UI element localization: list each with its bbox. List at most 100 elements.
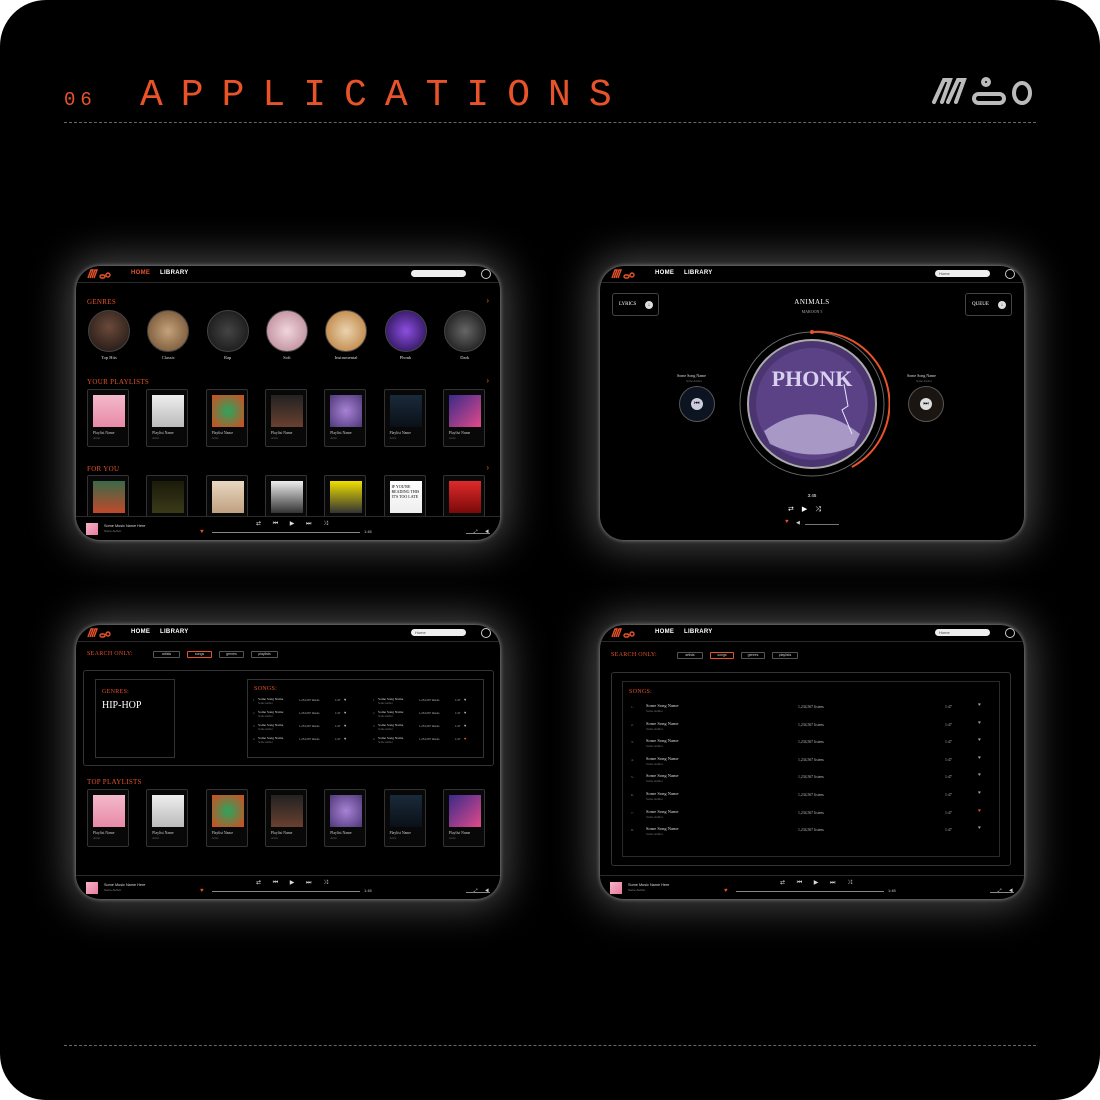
heart-icon[interactable]: ♥	[344, 697, 346, 702]
heart-icon[interactable]: ♥	[978, 809, 981, 814]
song-row[interactable]: 3 Some Song Name Some Author 1,234,567 list…	[373, 723, 488, 736]
heart-icon[interactable]: ♥	[464, 736, 466, 741]
heart-icon[interactable]: ♥	[978, 703, 981, 708]
genre-item[interactable]: Phonk	[382, 310, 430, 360]
search-input[interactable]: Home	[935, 270, 990, 277]
volume-icon[interactable]: ⤢ ◀	[998, 888, 1016, 894]
playback-controls[interactable]: ⇄ ⏮ ▶ ⏭ ⤨	[780, 879, 857, 887]
tab-library[interactable]: LIBRARY	[160, 629, 189, 635]
for-you-card[interactable]	[264, 475, 307, 520]
profile-icon[interactable]	[1005, 269, 1015, 279]
playlist-card[interactable]: Playlist Name Artist	[324, 389, 367, 447]
search-input[interactable]: Home	[411, 629, 466, 636]
playback-controls[interactable]: ⇄ ⏮ ▶ ⏭ ⤨	[256, 879, 333, 887]
song-row[interactable]: 7. Some Song Name Some Author 1,234,567 lis…	[631, 809, 993, 822]
for-you-card[interactable]	[146, 475, 189, 520]
tab-library[interactable]: LIBRARY	[160, 270, 189, 276]
search-input[interactable]	[411, 270, 466, 277]
song-row[interactable]: 3 Some Song Name Some Author 1,234,567 list…	[253, 723, 368, 736]
app-logo-icon[interactable]	[87, 628, 111, 638]
song-row[interactable]: 2. Some Song Name Some Author 1,234,567 lis…	[631, 721, 993, 734]
filter-chip[interactable]: songs	[710, 652, 734, 659]
track-thumbnail[interactable]	[610, 882, 622, 894]
playlist-card[interactable]: Playlist Name Artist	[383, 789, 426, 847]
genre-item[interactable]: Dark	[441, 310, 489, 360]
tab-home[interactable]: HOME	[655, 270, 674, 276]
song-row[interactable]: 5. Some Song Name Some Author 1,234,567 lis…	[631, 773, 993, 786]
genre-item[interactable]: Classic	[144, 310, 192, 360]
app-logo-icon[interactable]	[611, 269, 635, 279]
playlist-card[interactable]: Playlist Name Artist	[87, 389, 129, 447]
progress-bar[interactable]	[212, 891, 360, 892]
volume-slider[interactable]	[466, 533, 490, 534]
tab-home[interactable]: HOME	[131, 270, 150, 276]
volume-icon[interactable]: ⤢ ◀	[474, 888, 492, 894]
heart-icon[interactable]: ♥	[978, 826, 981, 831]
song-row[interactable]: 8. Some Song Name Some Author 1,234,567 lis…	[631, 826, 993, 839]
chevron-right-icon[interactable]: ›	[486, 296, 489, 305]
playback-controls[interactable]: ⇄▶⤨	[788, 505, 829, 514]
tab-home[interactable]: HOME	[131, 629, 150, 635]
song-row[interactable]: 4 Some Song Name Some Author 1,234,567 list…	[373, 736, 488, 749]
song-row[interactable]: 4 Some Song Name Some Author 1,234,567 list…	[253, 736, 368, 749]
filter-chip[interactable]: genres	[219, 651, 244, 658]
playback-controls[interactable]: ⇄ ⏮ ▶ ⏭ ⤨	[256, 520, 333, 528]
chevron-right-icon[interactable]: ›	[486, 463, 489, 472]
heart-icon[interactable]: ♥	[978, 773, 981, 778]
song-row[interactable]: 2 Some Song Name Some Author 1,234,567 list…	[373, 710, 488, 723]
genre-item[interactable]: Soft	[263, 310, 311, 360]
for-you-card[interactable]	[205, 475, 248, 520]
volume-slider[interactable]	[805, 524, 839, 525]
song-row[interactable]: 6. Some Song Name Some Author 1,234,567 lis…	[631, 791, 993, 804]
playlist-card[interactable]: Playlist Name Artist	[205, 789, 248, 847]
volume-slider[interactable]	[466, 892, 490, 893]
filter-chip[interactable]: playlists	[251, 651, 278, 658]
heart-icon[interactable]: ♥	[464, 710, 466, 715]
song-row[interactable]: 1 Some Song Name Some Author 1,234,567 list…	[373, 697, 488, 710]
tab-library[interactable]: LIBRARY	[684, 629, 713, 635]
genre-item[interactable]: Instrumental	[322, 310, 370, 360]
heart-icon[interactable]: ♥	[978, 791, 981, 796]
song-row[interactable]: 3. Some Song Name Some Author 1,234,567 lis…	[631, 738, 993, 751]
playlist-card[interactable]: Playlist Name Artist	[146, 789, 189, 847]
track-thumbnail[interactable]	[86, 523, 98, 535]
filter-chip[interactable]: artists	[153, 651, 180, 658]
app-logo-icon[interactable]	[611, 628, 635, 638]
profile-icon[interactable]	[481, 269, 491, 279]
heart-icon[interactable]: ♥	[464, 723, 466, 728]
filter-chip[interactable]: playlists	[772, 652, 798, 659]
progress-bar[interactable]	[736, 891, 884, 892]
song-row[interactable]: 2 Some Song Name Some Author 1,234,567 list…	[253, 710, 368, 723]
heart-icon[interactable]: ♥	[785, 519, 789, 525]
previous-track-button[interactable]: ⏮	[679, 386, 715, 422]
playlist-card[interactable]: Playlist Name Artist	[442, 389, 485, 447]
profile-icon[interactable]	[1005, 628, 1015, 638]
tab-home[interactable]: HOME	[655, 629, 674, 635]
chevron-right-icon[interactable]: ›	[486, 376, 489, 385]
playlist-card[interactable]: Playlist Name Artist	[324, 789, 367, 847]
search-input[interactable]: Home	[935, 629, 990, 636]
filter-chip[interactable]: artists	[677, 652, 703, 659]
genre-result-card[interactable]: GENRES: HIP-HOP	[95, 679, 175, 758]
for-you-card[interactable]	[87, 475, 129, 520]
heart-icon[interactable]: ♥	[724, 888, 728, 894]
heart-icon[interactable]: ♥	[344, 736, 346, 741]
heart-icon[interactable]: ♥	[200, 888, 204, 894]
filter-chip[interactable]: genres	[741, 652, 765, 659]
heart-icon[interactable]: ♥	[344, 723, 346, 728]
playlist-card[interactable]: Playlist Name Artist	[383, 389, 426, 447]
song-row[interactable]: 1. Some Song Name Some Author 1,234,567 lis…	[631, 703, 993, 716]
volume-slider[interactable]	[990, 892, 1014, 893]
for-you-card[interactable]: IF YOU'RE READING THIS IT'S TOO LATE	[383, 475, 426, 520]
progress-bar[interactable]	[212, 532, 360, 533]
heart-icon[interactable]: ♥	[200, 529, 204, 535]
tab-library[interactable]: LIBRARY	[684, 270, 713, 276]
playlist-card[interactable]: Playlist Name Artist	[205, 389, 248, 447]
heart-icon[interactable]: ♥	[978, 756, 981, 761]
heart-icon[interactable]: ♥	[978, 721, 981, 726]
filter-chip[interactable]: songs	[187, 651, 212, 658]
playlist-card[interactable]: Playlist Name Artist	[264, 789, 307, 847]
heart-icon[interactable]: ♥	[978, 738, 981, 743]
for-you-card[interactable]	[324, 475, 367, 520]
song-row[interactable]: 4. Some Song Name Some Author 1,234,567 lis…	[631, 756, 993, 769]
